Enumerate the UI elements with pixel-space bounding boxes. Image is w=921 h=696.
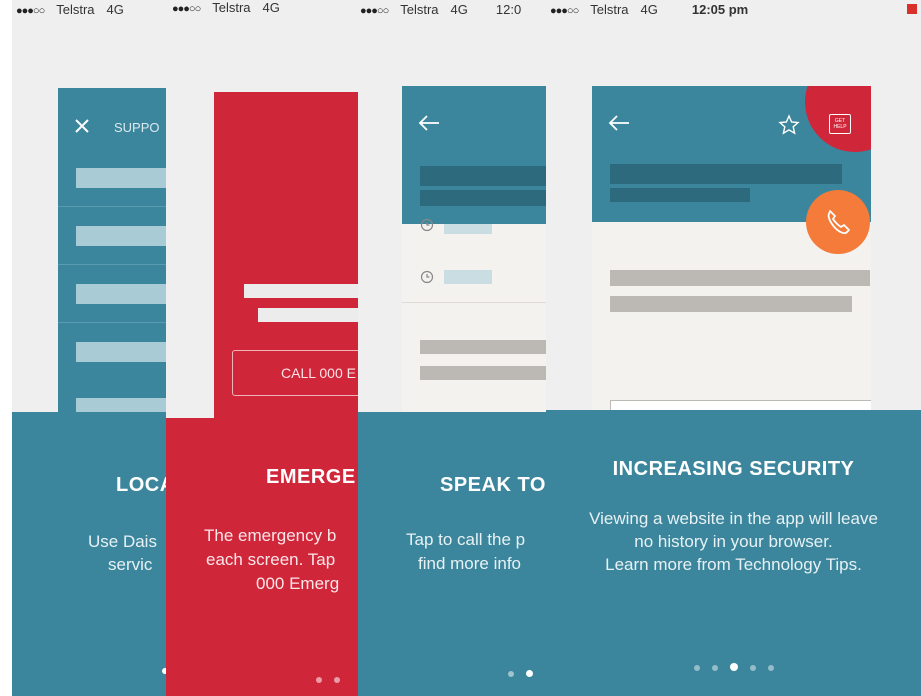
onboarding-panel-security: ●●●○○ Telstra 4G 12:05 pm GET HELP INCRE… <box>546 0 921 696</box>
card-title: LOCA <box>116 474 172 496</box>
network-label: 4G <box>106 2 124 17</box>
placeholder-bar <box>444 224 492 234</box>
card-body-line: Tap to call the p <box>406 530 526 549</box>
carrier-label: Telstra <box>212 0 251 15</box>
placeholder-bar <box>610 296 852 312</box>
call-button[interactable] <box>806 190 870 254</box>
placeholder-bar <box>610 188 750 202</box>
card-body-line: Use Dais <box>88 532 157 551</box>
signal-dots: ●●●○○ <box>360 5 389 17</box>
phone-preview: ●●●○○ Telstra 4G 12:0 <box>358 0 550 426</box>
placeholder-bar <box>76 342 172 362</box>
onboarding-panel-emergency: ●●●○○ Telstra 4G CALL 000 E EMERGE The eme… <box>166 0 360 696</box>
network-label: 4G <box>640 2 658 17</box>
clock-icon <box>420 270 434 284</box>
placeholder-bar <box>610 164 842 184</box>
placeholder-bar <box>76 168 172 188</box>
page-dot[interactable] <box>767 665 774 671</box>
onboarding-panel-speak: ●●●○○ Telstra 4G 12:0 SPEAK TO Tap to ca… <box>358 0 550 696</box>
service-header <box>402 86 550 224</box>
page-dot-active[interactable] <box>729 663 738 671</box>
status-bar: ●●●○○ Telstra 4G 12:0 <box>360 2 533 20</box>
info-card: INCREASING SECURITY Viewing a website in… <box>546 410 921 696</box>
network-label: 4G <box>262 0 280 15</box>
signal-dots: ●●●○○ <box>172 3 201 15</box>
call-000-label: CALL 000 E <box>281 365 356 381</box>
placeholder-bar <box>444 270 492 284</box>
mock-security-screen: GET HELP <box>592 86 871 426</box>
placeholder-bar <box>420 190 550 206</box>
onboarding-panel-locate: ●●●○○ Telstra 4G SUPPO LOCA Use Dais servi… <box>12 0 172 696</box>
header-label: SUPPO <box>114 120 160 135</box>
close-icon[interactable] <box>74 118 90 134</box>
card-body-line: no history in your browser. <box>634 532 833 551</box>
card-body-line: servic <box>108 555 153 574</box>
page-dot[interactable] <box>693 665 700 671</box>
info-card: LOCA Use Dais servic <box>12 412 172 696</box>
get-help-label: HELP <box>833 124 847 130</box>
get-help-badge[interactable]: GET HELP <box>805 86 871 152</box>
page-dot[interactable] <box>749 665 756 671</box>
divider <box>58 264 172 265</box>
page-dot[interactable] <box>711 665 718 671</box>
signal-dots: ●●●○○ <box>550 5 579 17</box>
card-body-line: The emergency b <box>204 526 337 545</box>
phone-preview: ●●●○○ Telstra 4G SUPPO <box>12 0 172 428</box>
placeholder-bar <box>420 366 550 380</box>
placeholder-bar <box>258 308 360 322</box>
carrier-label: Telstra <box>56 2 95 17</box>
info-card: EMERGE The emergency b each screen. Tap … <box>166 418 360 696</box>
get-help-icon: GET HELP <box>829 114 851 134</box>
card-title: SPEAK TO <box>440 474 546 496</box>
placeholder-bar <box>420 166 550 186</box>
card-body-line: 000 Emerg <box>256 574 340 593</box>
phone-preview: ●●●○○ Telstra 4G 12:05 pm GET HELP <box>546 0 921 426</box>
time-label: 12:0 <box>495 2 522 17</box>
battery-icon <box>907 4 917 14</box>
signal-dots: ●●●○○ <box>16 5 45 17</box>
carrier-label: Telstra <box>590 2 629 17</box>
divider <box>402 302 550 303</box>
time-label: 12:05 pm <box>691 2 749 17</box>
status-bar: ●●●○○ Telstra 4G <box>172 0 292 18</box>
card-body-line: each screen. Tap <box>206 550 336 569</box>
call-000-button[interactable]: CALL 000 E <box>232 350 360 396</box>
mock-emergency-screen: CALL 000 E <box>214 92 360 432</box>
mock-support-screen: SUPPO <box>58 88 172 428</box>
placeholder-bar <box>244 284 360 298</box>
divider <box>58 206 172 207</box>
card-body-line: find more info <box>418 554 521 573</box>
pager <box>546 658 921 676</box>
phone-preview: ●●●○○ Telstra 4G CALL 000 E <box>166 0 360 432</box>
info-card: SPEAK TO Tap to call the p find more inf… <box>358 412 550 696</box>
card-title: EMERGE <box>266 466 356 488</box>
mock-service-screen <box>402 86 550 426</box>
phone-icon <box>827 210 850 235</box>
status-bar: ●●●○○ Telstra 4G 12:05 pm <box>550 2 760 20</box>
carrier-label: Telstra <box>400 2 439 17</box>
card-body-line: Learn more from Technology Tips. <box>605 555 862 574</box>
placeholder-bar <box>76 284 172 304</box>
status-bar: ●●●○○ Telstra 4G <box>16 2 136 20</box>
pager <box>508 664 533 682</box>
back-arrow-icon[interactable] <box>418 114 440 132</box>
card-body-line: Viewing a website in the app will leave <box>589 509 878 528</box>
placeholder-bar <box>76 226 172 246</box>
card-title: INCREASING SECURITY <box>612 458 855 480</box>
network-label: 4G <box>450 2 468 17</box>
back-arrow-icon[interactable] <box>608 114 630 132</box>
clock-icon <box>420 218 434 232</box>
placeholder-bar <box>420 340 550 354</box>
star-icon[interactable] <box>778 114 800 136</box>
divider <box>58 322 172 323</box>
pager <box>316 670 340 688</box>
placeholder-bar <box>610 270 870 286</box>
